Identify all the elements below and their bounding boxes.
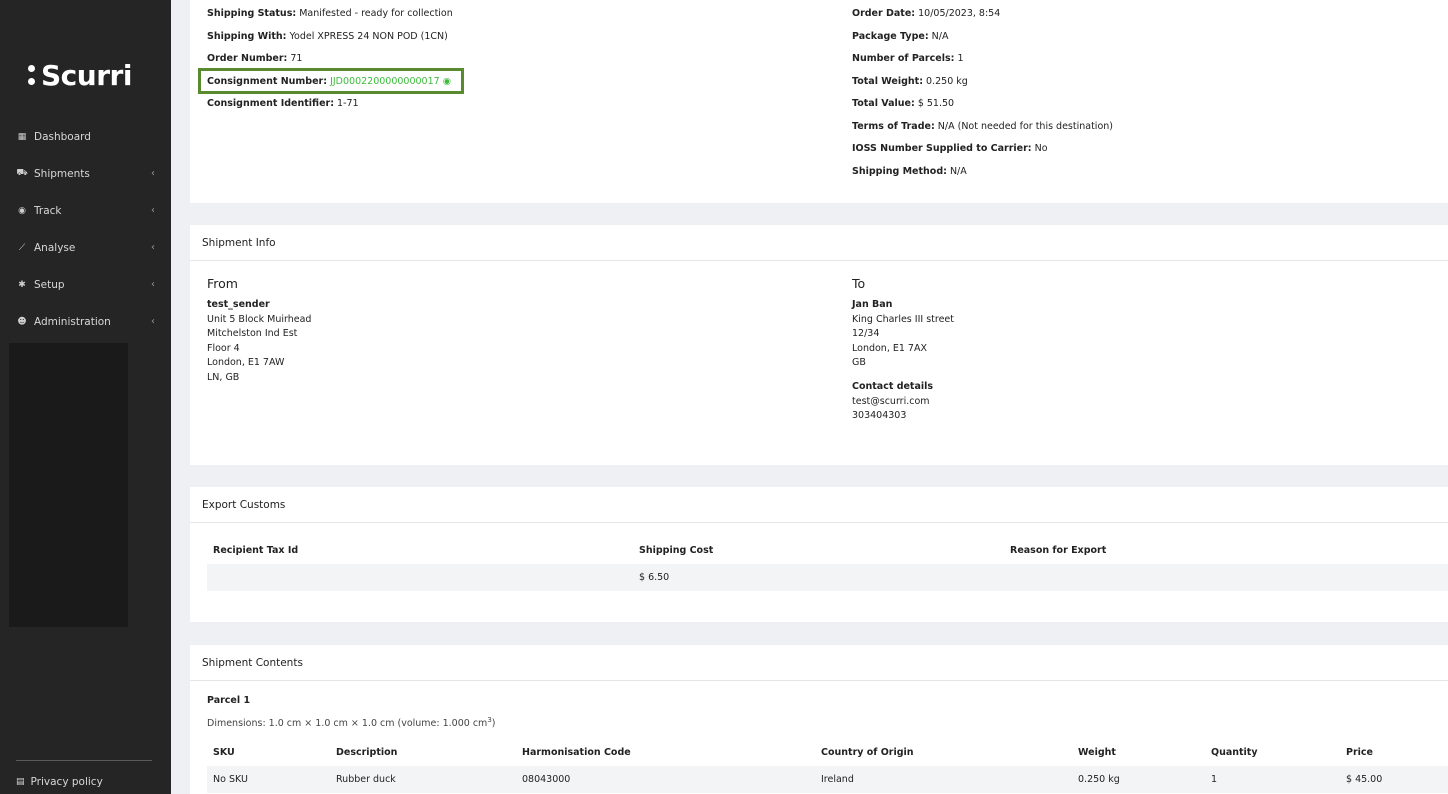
to-line: London, E1 7AX [852, 342, 927, 354]
consignment-number-link[interactable]: JJD0002200000000017 [330, 76, 440, 87]
logo-text: Scurri [41, 58, 132, 92]
column-header: Shipping Cost [639, 544, 714, 556]
column-header: Weight [1078, 746, 1116, 758]
to-heading: To [852, 276, 866, 291]
from-address: From test_sender Unit 5 Block Muirhead M… [207, 276, 311, 386]
table-cell: 1 [1205, 766, 1340, 793]
target-icon: ◉ [18, 205, 26, 216]
sidebar-item-analyse[interactable]: ⟋ Analyse ‹ [0, 229, 171, 266]
parcel-dimensions: Dimensions: 1.0 cm × 1.0 cm × 1.0 cm (vo… [207, 716, 496, 730]
sidebar-item-label: Analyse [34, 241, 76, 254]
gear-icon: ✱ [18, 279, 26, 290]
to-line: GB [852, 357, 866, 369]
table-row: $ 6.50 [207, 564, 1448, 591]
to-line: King Charles III street [852, 313, 954, 325]
sidebar-item-label: Dashboard [34, 130, 91, 143]
chevron-left-icon: ‹ [151, 316, 155, 327]
from-line: Floor 4 [207, 342, 240, 354]
table-cell [207, 564, 633, 591]
table-header-row: SKU Description Harmonisation Code Count… [207, 738, 1448, 766]
parcel-title: Parcel 1 [207, 695, 251, 706]
order-date: Order Date: 10/05/2023, 8:54 [852, 8, 1001, 19]
sidebar-item-shipments[interactable]: ⛟ Shipments ‹ [0, 155, 171, 192]
chevron-left-icon: ‹ [151, 242, 155, 253]
to-name: Jan Ban [852, 299, 893, 310]
from-line: Mitchelston Ind Est [207, 328, 298, 340]
table-cell: $ 45.00 [1340, 766, 1448, 793]
chart-icon: ⟋ [18, 242, 26, 253]
table-cell: No SKU [207, 766, 330, 793]
sidebar-item-track[interactable]: ◉ Track ‹ [0, 192, 171, 229]
sidebar: Scurri ▦ Dashboard ⛟ Shipments ‹ ◉ Track… [0, 0, 171, 794]
document-icon: ▤ [16, 777, 25, 787]
table-cell [1004, 564, 1448, 591]
column-header: Harmonisation Code [522, 746, 631, 758]
column-header: Country of Origin [821, 746, 914, 758]
export-customs-title: Export Customs [190, 487, 1448, 523]
ioss-number: IOSS Number Supplied to Carrier: No [852, 143, 1048, 154]
from-line: Unit 5 Block Muirhead [207, 313, 312, 325]
package-type: Package Type: N/A [852, 31, 949, 42]
sidebar-item-label: Track [34, 204, 62, 217]
sidebar-item-label: Administration [34, 315, 111, 328]
truck-icon: ⛟ [16, 168, 28, 178]
from-line: LN, GB [207, 371, 240, 383]
shipping-status: Shipping Status: Manifested - ready for … [207, 8, 453, 19]
sidebar-blank-area [9, 343, 128, 627]
to-line: 12/34 [852, 328, 880, 340]
table-cell: Ireland [815, 766, 1072, 793]
scurri-logo[interactable]: Scurri [28, 58, 132, 92]
shipment-contents-title: Shipment Contents [190, 645, 1448, 681]
from-heading: From [207, 276, 238, 291]
shipment-info-title: Shipment Info [190, 225, 1448, 261]
privacy-policy-link[interactable]: ▤ Privacy policy [16, 776, 103, 788]
table-cell: $ 6.50 [633, 564, 1004, 591]
grid-icon: ▦ [17, 131, 27, 142]
consignment-number: Consignment Number: JJD0002200000000017 … [207, 76, 452, 87]
shipment-info-panel: Shipment Info [190, 225, 1448, 465]
to-address: To Jan Ban King Charles III street 12/34… [852, 276, 954, 424]
table-cell: 0.250 kg [1072, 766, 1205, 793]
shipping-method: Shipping Method: N/A [852, 166, 967, 177]
total-value: Total Value: $ 51.50 [852, 98, 955, 109]
table-cell: 08043000 [516, 766, 815, 793]
sidebar-item-label: Shipments [34, 167, 90, 180]
sidebar-item-label: Setup [34, 278, 65, 291]
sidebar-nav: ▦ Dashboard ⛟ Shipments ‹ ◉ Track ‹ ⟋ An… [0, 118, 171, 340]
column-header: SKU [213, 746, 235, 758]
column-header: Quantity [1211, 746, 1258, 758]
logo-dots-icon [28, 65, 35, 85]
from-line: London, E1 7AW [207, 357, 285, 369]
table-row: No SKU Rubber duck 08043000 Ireland 0.25… [207, 766, 1448, 793]
column-header: Recipient Tax Id [213, 544, 299, 556]
contact-email: test@scurri.com [852, 395, 930, 407]
column-header: Price [1346, 746, 1373, 758]
export-customs-table: Recipient Tax Id Shipping Cost Reason fo… [207, 536, 1448, 591]
chevron-left-icon: ‹ [151, 279, 155, 290]
chevron-left-icon: ‹ [151, 168, 155, 179]
table-header-row: Recipient Tax Id Shipping Cost Reason fo… [207, 536, 1448, 564]
column-header: Reason for Export [1010, 544, 1107, 556]
sidebar-divider [16, 760, 152, 761]
from-name: test_sender [207, 299, 270, 310]
terms-of-trade: Terms of Trade: N/A (Not needed for this… [852, 121, 1113, 132]
shipment-contents-table: SKU Description Harmonisation Code Count… [207, 738, 1448, 793]
table-cell: Rubber duck [330, 766, 516, 793]
contact-phone: 303404303 [852, 410, 907, 422]
shipping-with: Shipping With: Yodel XPRESS 24 NON POD (… [207, 31, 448, 42]
number-of-parcels: Number of Parcels: 1 [852, 53, 964, 64]
consignment-identifier: Consignment Identifier: 1-71 [207, 98, 359, 109]
sidebar-item-administration[interactable]: ☻ Administration ‹ [0, 303, 171, 340]
contact-details-heading: Contact details [852, 380, 934, 392]
chevron-left-icon: ‹ [151, 205, 155, 216]
sidebar-item-setup[interactable]: ✱ Setup ‹ [0, 266, 171, 303]
privacy-policy-label: Privacy policy [30, 776, 103, 788]
column-header: Description [336, 746, 398, 758]
sidebar-item-dashboard[interactable]: ▦ Dashboard [0, 118, 171, 155]
order-number: Order Number: 71 [207, 53, 303, 64]
users-icon: ☻ [17, 316, 27, 327]
tracking-status-icon: ◉ [442, 76, 452, 87]
total-weight: Total Weight: 0.250 kg [852, 76, 968, 87]
